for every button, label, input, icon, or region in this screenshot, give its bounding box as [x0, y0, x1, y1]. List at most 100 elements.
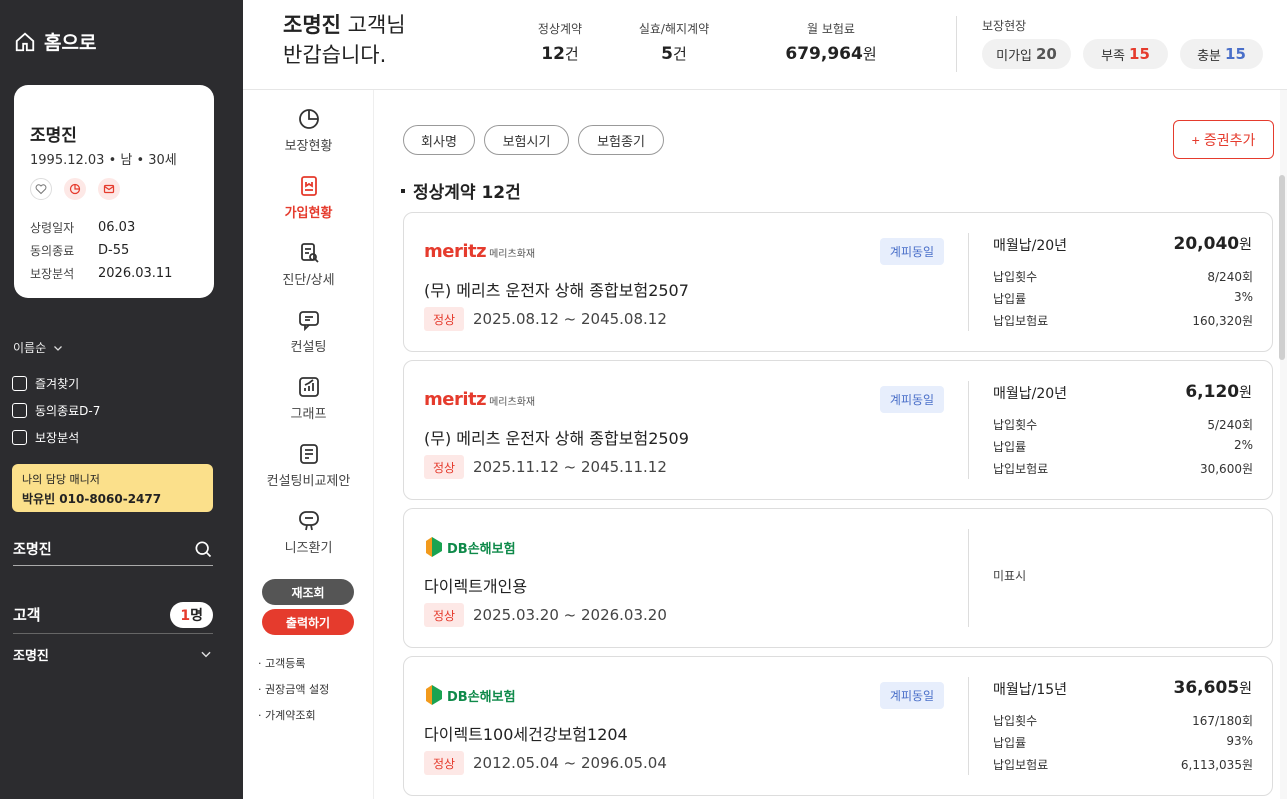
monthly-premium: 20,040원	[1173, 234, 1253, 254]
nav-consulting-compare[interactable]: 컨설팅비교제안	[243, 442, 374, 489]
section-nav: 보장현황 가입현황 진단/상세 컨설팅 그래프 컨설팅비교제안 니즈환기 재조회…	[243, 90, 374, 799]
filter-end-date-button[interactable]: 보험종기	[578, 125, 664, 155]
home-icon	[15, 32, 35, 51]
customer-search[interactable]: 조명진	[13, 532, 213, 566]
stat-normal-contracts: 정상계약 12건	[537, 22, 583, 64]
coverage-insufficient-pill[interactable]: 부족 15	[1083, 39, 1168, 69]
filter-consent-d7-checkbox[interactable]: 동의종료D-7	[12, 397, 100, 424]
stat-lapsed-contracts: 실효/해지계약 5건	[638, 22, 710, 64]
heart-icon[interactable]	[30, 178, 52, 200]
nav-subscription-status[interactable]: 가입현황	[243, 174, 374, 221]
home-link[interactable]: 홈으로	[14, 28, 96, 55]
meritz-logo: meritz 메리츠화재	[424, 389, 536, 410]
print-button[interactable]: 출력하기	[262, 609, 354, 635]
sidebar: 홈으로 조명진 1995.12.03 • 남 • 30세 상령일자 06.03 …	[0, 0, 243, 799]
meritz-logo: meritz 메리츠화재	[424, 241, 536, 262]
profile-info-row: 보장분석 2026.03.11	[30, 266, 173, 281]
contract-card[interactable]: meritz 메리츠화재 계피동일 (무) 메리츠 운전자 상해 종합보험2507…	[403, 212, 1273, 352]
manager-box: 나의 담당 매니저 박유빈 010-8060-2477	[12, 464, 213, 512]
plus-icon: +	[1191, 131, 1200, 148]
message-icon[interactable]	[98, 178, 120, 200]
payment-count-row: 납입횟수 8/240회	[993, 270, 1253, 284]
payment-rate-row: 납입률 2%	[993, 438, 1253, 454]
greeting: 조명진 고객님 반갑습니다.	[283, 13, 406, 67]
home-label: 홈으로	[44, 32, 97, 54]
provisional-contract-link[interactable]: · 가계약조회	[258, 702, 329, 728]
main-content: 회사명 보험시기 보험종기 + 증권추가 정상계약 12건 meritz 메리츠화…	[375, 90, 1287, 799]
consent-badge: 계피동일	[880, 386, 944, 413]
contract-card[interactable]: DB손해보험 다이렉트개인용 정상 2025.03.20 ~ 2026.03.2…	[403, 508, 1273, 648]
filter-coverage-analysis-checkbox[interactable]: 보장분석	[12, 424, 100, 451]
search-icon[interactable]	[193, 539, 213, 559]
sort-select[interactable]: 이름순	[13, 339, 64, 356]
document-icon	[300, 176, 317, 196]
pie-chart-icon	[298, 109, 319, 129]
product-name: 다이렉트개인용	[424, 577, 528, 596]
coverage-label: 보장현장	[982, 19, 1027, 33]
payment-cycle: 매월납/15년	[993, 682, 1068, 698]
product-name: 다이렉트100세건강보험1204	[424, 725, 628, 744]
db-logo-mark-icon	[426, 537, 442, 557]
customer-list-item[interactable]: 조명진	[13, 640, 213, 668]
monthly-premium: 36,605원	[1173, 678, 1253, 698]
nav-diagnosis-detail[interactable]: 진단/상세	[243, 241, 374, 288]
product-name: (무) 메리츠 운전자 상해 종합보험2507	[424, 281, 689, 300]
customer-register-link[interactable]: · 고객등록	[258, 650, 329, 676]
customer-count-badge: 1명	[170, 601, 213, 628]
document-search-icon	[300, 243, 319, 263]
contract-card[interactable]: DB손해보험 계피동일 다이렉트100세건강보험1204 정상 2012.05.…	[403, 656, 1273, 796]
graph-icon	[298, 377, 319, 397]
contract-period: 2025.11.12 ~ 2045.11.12	[473, 458, 667, 476]
profile-card: 조명진 1995.12.03 • 남 • 30세 상령일자 06.03 동의종료…	[14, 85, 214, 298]
reload-button[interactable]: 재조회	[262, 579, 354, 605]
profile-name: 조명진	[30, 126, 77, 146]
search-input[interactable]: 조명진	[13, 539, 52, 559]
consent-badge: 계피동일	[880, 682, 944, 709]
scrollbar[interactable]	[1279, 175, 1285, 360]
db-insurance-logo: DB손해보험	[424, 535, 516, 559]
compare-proposal-icon	[299, 444, 318, 464]
product-name: (무) 메리츠 운전자 상해 종합보험2509	[424, 429, 689, 448]
payment-rate-row: 납입률 93%	[993, 734, 1253, 750]
filter-start-date-button[interactable]: 보험시기	[484, 125, 569, 155]
nav-consulting[interactable]: 컨설팅	[243, 308, 374, 355]
nav-coverage-status[interactable]: 보장현황	[243, 107, 374, 154]
status-badge: 정상	[424, 603, 464, 627]
contract-period: 2025.03.20 ~ 2026.03.20	[473, 606, 667, 624]
section-title: 정상계약 12건	[401, 178, 521, 203]
recommended-amount-link[interactable]: · 권장금액 설정	[258, 676, 329, 702]
db-logo-mark-icon	[426, 685, 442, 705]
stat-monthly-premium: 월 보험료 679,964원	[785, 22, 877, 64]
coverage-sufficient-pill[interactable]: 충분 15	[1180, 39, 1263, 69]
payment-count-row: 납입횟수 167/180회	[993, 714, 1253, 728]
contract-card[interactable]: meritz 메리츠화재 계피동일 (무) 메리츠 운전자 상해 종합보험2509…	[403, 360, 1273, 500]
contract-period: 2025.08.12 ~ 2045.08.12	[473, 310, 667, 328]
chevron-down-icon[interactable]	[199, 647, 213, 661]
db-insurance-logo: DB손해보험	[424, 683, 516, 707]
filter-company-button[interactable]: 회사명	[403, 125, 475, 155]
payment-cycle: 매월납/20년	[993, 386, 1068, 402]
paid-premium-row: 납입보험료 30,600원	[993, 462, 1253, 476]
monthly-premium: 6,120원	[1185, 382, 1252, 402]
pie-chart-icon[interactable]	[64, 178, 86, 200]
paid-premium-row: 납입보험료 6,113,035원	[993, 758, 1253, 772]
payment-rate-row: 납입률 3%	[993, 290, 1253, 306]
nav-graph[interactable]: 그래프	[243, 375, 374, 422]
not-displayed-label: 미표시	[993, 569, 1027, 583]
payment-cycle: 매월납/20년	[993, 238, 1068, 254]
consent-badge: 계피동일	[880, 238, 944, 265]
profile-birth-gender-age: 1995.12.03 • 남 • 30세	[30, 153, 177, 168]
contract-period: 2012.05.04 ~ 2096.05.04	[473, 754, 667, 772]
header: 조명진 고객님 반갑습니다. 정상계약 12건 실효/해지계약 5건 월 보험료…	[243, 0, 1287, 90]
chat-monitor-icon	[298, 511, 319, 531]
chevron-down-icon	[54, 345, 63, 351]
add-policy-button[interactable]: + 증권추가	[1173, 120, 1274, 159]
profile-info-row: 상령일자 06.03	[30, 220, 136, 235]
nav-needs-reminder[interactable]: 니즈환기	[243, 509, 374, 556]
payment-count-row: 납입횟수 5/240회	[993, 418, 1253, 432]
filter-favorites-checkbox[interactable]: 즐겨찾기	[12, 370, 100, 397]
coverage-none-pill[interactable]: 미가입 20	[982, 39, 1071, 69]
status-badge: 정상	[424, 455, 464, 479]
manager-contact: 박유빈 010-8060-2477	[22, 492, 162, 506]
profile-info-row: 동의종료 D-55	[30, 243, 130, 258]
